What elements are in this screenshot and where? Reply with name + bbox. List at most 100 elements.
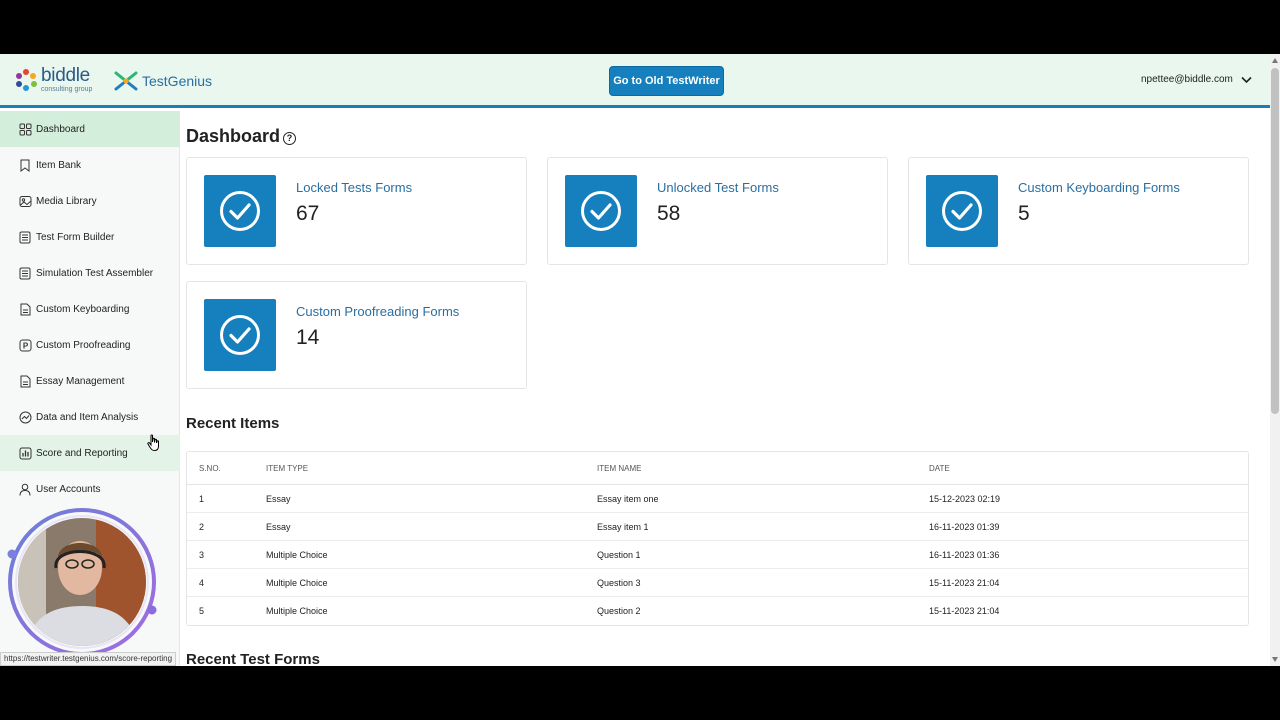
sidebar-item-custom-keyboarding[interactable]: Custom Keyboarding <box>0 291 180 327</box>
sidebar-item-label: Score and Reporting <box>36 447 128 459</box>
table-row[interactable]: 5 Multiple Choice Question 2 15-11-2023 … <box>187 597 1248 625</box>
testgenius-logo[interactable]: TestGenius <box>113 69 212 93</box>
mouse-cursor <box>147 434 161 457</box>
table-row[interactable]: 4 Multiple Choice Question 3 15-11-2023 … <box>187 569 1248 597</box>
recent-items-table: S.NO. ITEM TYPE ITEM NAME DATE 1 Essay E… <box>186 451 1249 626</box>
cell-item-name: Question 3 <box>597 578 641 588</box>
scrollbar-thumb[interactable] <box>1271 68 1279 414</box>
user-menu[interactable]: npettee@biddle.com <box>1141 74 1252 85</box>
bookmark-icon <box>18 158 32 172</box>
card-value: 14 <box>296 326 320 349</box>
p-box-icon: P <box>18 338 32 352</box>
cell-item-type: Multiple Choice <box>266 550 328 560</box>
sidebar-item-label: Data and Item Analysis <box>36 411 139 423</box>
sidebar-item-label: User Accounts <box>36 483 101 495</box>
page-title: Dashboard ? <box>186 126 297 147</box>
card-custom-keyboarding-forms[interactable]: Custom Keyboarding Forms 5 <box>908 157 1249 265</box>
sidebar-item-user-accounts[interactable]: User Accounts <box>0 471 180 507</box>
testgenius-logo-icon <box>114 71 138 91</box>
sidebar-item-label: Dashboard <box>36 123 85 135</box>
cell-item-name: Question 2 <box>597 606 641 616</box>
cell-item-name: Essay item 1 <box>597 522 649 532</box>
sidebar-item-custom-proofreading[interactable]: P Custom Proofreading <box>0 327 180 363</box>
card-value: 5 <box>1018 202 1030 225</box>
card-label: Custom Keyboarding Forms <box>1018 180 1180 195</box>
grid-icon <box>18 122 32 136</box>
column-header: ITEM NAME <box>597 464 642 473</box>
column-header: S.NO. <box>199 464 221 473</box>
card-label: Unlocked Test Forms <box>657 180 779 195</box>
list-icon <box>18 266 32 280</box>
document-icon <box>18 374 32 388</box>
sidebar-item-label: Essay Management <box>36 375 125 387</box>
chevron-down-icon <box>1241 76 1252 83</box>
card-unlocked-test-forms[interactable]: Unlocked Test Forms 58 <box>547 157 888 265</box>
card-locked-tests-forms[interactable]: Locked Tests Forms 67 <box>186 157 527 265</box>
cell-sno: 1 <box>199 494 205 504</box>
cell-sno: 2 <box>199 522 205 532</box>
cell-date: 16-11-2023 01:36 <box>929 550 1000 560</box>
cell-item-type: Essay <box>266 494 291 504</box>
cell-item-name: Essay item one <box>597 494 659 504</box>
sidebar-item-label: Custom Proofreading <box>36 339 131 351</box>
svg-text:P: P <box>22 341 28 350</box>
sidebar-item-dashboard[interactable]: Dashboard <box>0 111 180 147</box>
user-email: npettee@biddle.com <box>1141 74 1233 85</box>
scroll-down-arrow-icon[interactable] <box>1272 657 1278 662</box>
card-value: 67 <box>296 202 320 225</box>
table-row[interactable]: 3 Multiple Choice Question 1 16-11-2023 … <box>187 541 1248 569</box>
list-icon <box>18 230 32 244</box>
table-header: S.NO. ITEM TYPE ITEM NAME DATE <box>187 452 1248 485</box>
card-custom-proofreading-forms[interactable]: Custom Proofreading Forms 14 <box>186 281 527 389</box>
sidebar-item-data-and-item-analysis[interactable]: Data and Item Analysis <box>0 399 180 435</box>
sidebar-item-label: Custom Keyboarding <box>36 303 130 315</box>
check-circle-icon <box>204 175 276 247</box>
card-value: 58 <box>657 202 681 225</box>
recent-items-title: Recent Items <box>186 415 280 432</box>
sidebar-item-test-form-builder[interactable]: Test Form Builder <box>0 219 180 255</box>
cell-item-type: Multiple Choice <box>266 606 328 616</box>
table-row[interactable]: 1 Essay Essay item one 15-12-2023 02:19 <box>187 485 1248 513</box>
top-header: biddle consulting group TestGenius Go to… <box>0 54 1270 108</box>
cell-date: 16-11-2023 01:39 <box>929 522 1000 532</box>
biddle-logo[interactable]: biddle consulting group <box>15 66 92 93</box>
cell-item-type: Essay <box>266 522 291 532</box>
image-icon <box>18 194 32 208</box>
page-scrollbar[interactable] <box>1270 54 1280 666</box>
card-label: Locked Tests Forms <box>296 180 413 195</box>
column-header: ITEM TYPE <box>266 464 309 473</box>
card-label: Custom Proofreading Forms <box>296 304 460 319</box>
brand-sub: consulting group <box>41 86 93 93</box>
bar-chart-icon <box>18 446 32 460</box>
biddle-logo-icon <box>15 68 37 91</box>
go-to-old-testwriter-button[interactable]: Go to Old TestWriter <box>609 66 724 96</box>
sidebar-item-label: Simulation Test Assembler <box>36 267 154 279</box>
cell-date: 15-11-2023 21:04 <box>929 606 1000 616</box>
cell-date: 15-12-2023 02:19 <box>929 494 1001 504</box>
cell-date: 15-11-2023 21:04 <box>929 578 1000 588</box>
sidebar-item-simulation-test-assembler[interactable]: Simulation Test Assembler <box>0 255 180 291</box>
table-row[interactable]: 2 Essay Essay item 1 16-11-2023 01:39 <box>187 513 1248 541</box>
status-bar-url: https://testwriter.testgenius.com/score-… <box>0 652 177 666</box>
document-icon <box>18 302 32 316</box>
sidebar-item-item-bank[interactable]: Item Bank <box>0 147 180 183</box>
recent-test-forms-title: Recent Test Forms <box>186 651 320 666</box>
letterbox-bottom <box>0 666 1280 720</box>
sidebar-item-essay-management[interactable]: Essay Management <box>0 363 180 399</box>
column-header: DATE <box>929 464 950 473</box>
sidebar-item-media-library[interactable]: Media Library <box>0 183 180 219</box>
letterbox-top <box>0 0 1280 54</box>
sidebar-item-label: Test Form Builder <box>36 231 115 243</box>
cell-sno: 3 <box>199 550 205 560</box>
check-circle-icon <box>204 299 276 371</box>
analytics-icon <box>18 410 32 424</box>
cell-sno: 5 <box>199 606 205 616</box>
brand-name: biddle <box>41 65 90 86</box>
help-icon[interactable]: ? <box>283 131 297 145</box>
sidebar-item-label: Item Bank <box>36 159 82 171</box>
app-window: biddle consulting group TestGenius Go to… <box>0 54 1280 666</box>
cell-item-name: Question 1 <box>597 550 641 560</box>
user-icon <box>18 482 32 496</box>
sidebar-item-label: Media Library <box>36 195 97 207</box>
scroll-up-arrow-icon[interactable] <box>1272 58 1278 63</box>
